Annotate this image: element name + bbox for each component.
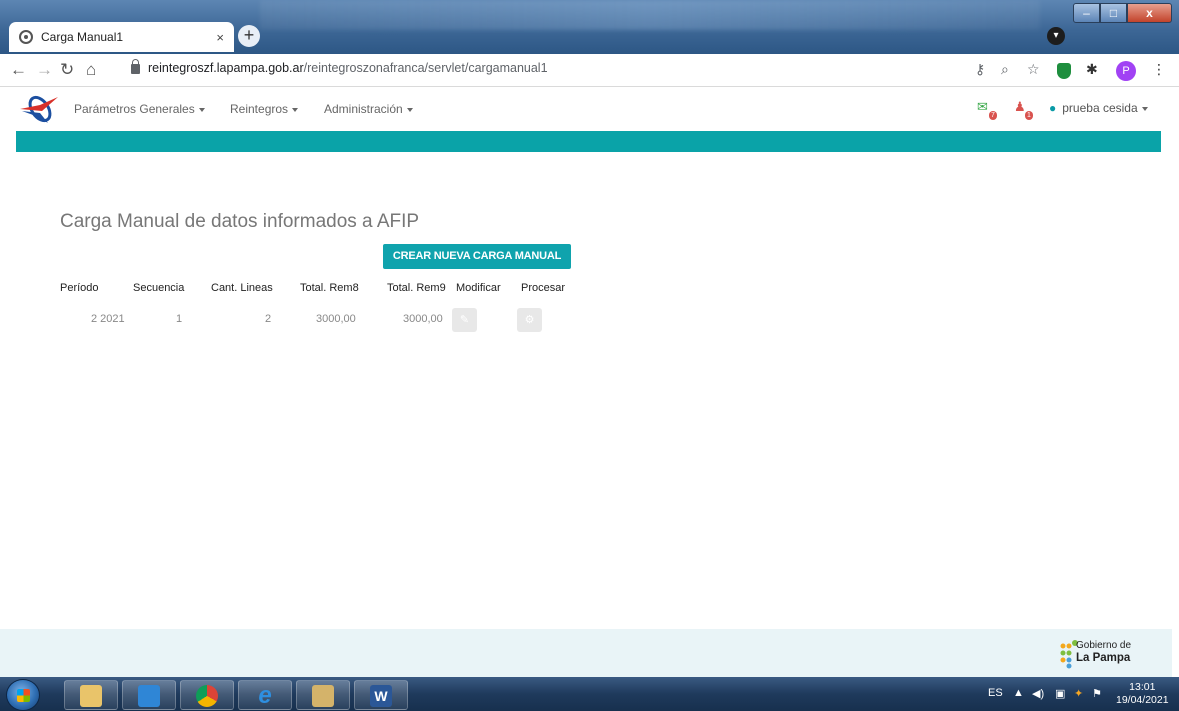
- menu-administracion[interactable]: Administración: [324, 102, 413, 116]
- network-icon[interactable]: ▣: [1055, 687, 1065, 700]
- reload-icon[interactable]: ↻: [60, 60, 74, 80]
- app-icon: [312, 685, 334, 707]
- key-icon[interactable]: ⚷: [975, 61, 985, 78]
- col-modificar: Modificar: [456, 282, 501, 294]
- taskbar-ie[interactable]: e: [238, 680, 292, 710]
- app-logo-icon[interactable]: [18, 92, 60, 126]
- tray-arrow-icon[interactable]: ▲: [1013, 687, 1024, 699]
- globe-icon: [19, 30, 33, 44]
- col-total-rem9: Total. Rem9: [387, 282, 446, 294]
- back-icon[interactable]: ←: [10, 60, 27, 80]
- cell-cant-lineas: 2: [265, 313, 272, 325]
- taskbar-app[interactable]: [296, 680, 350, 710]
- create-manual-load-button[interactable]: CREAR NUEVA CARGA MANUAL: [383, 244, 571, 269]
- user-icon: ●: [1049, 101, 1057, 115]
- alert-badge: 1: [1025, 111, 1033, 120]
- security-icon[interactable]: ✦: [1074, 687, 1083, 700]
- flag-icon[interactable]: ⚑: [1092, 687, 1102, 700]
- tab-search-icon[interactable]: ▾: [1047, 27, 1065, 45]
- url-field[interactable]: reintegroszf.lapampa.gob.ar/reintegroszo…: [148, 61, 548, 75]
- language-indicator[interactable]: ES: [988, 687, 1003, 699]
- new-tab-button[interactable]: +: [238, 25, 260, 47]
- user-menu[interactable]: ● prueba cesida: [1049, 101, 1148, 115]
- cell-secuencia: 1: [176, 313, 183, 325]
- close-tab-icon[interactable]: ×: [216, 30, 224, 45]
- taskbar-explorer[interactable]: [64, 680, 118, 710]
- media-player-icon: [138, 685, 160, 707]
- lock-icon[interactable]: [131, 59, 140, 74]
- internet-explorer-icon: e: [258, 682, 272, 709]
- profile-avatar[interactable]: P: [1116, 61, 1136, 81]
- clock-date: 19/04/2021: [1116, 694, 1169, 706]
- forward-icon[interactable]: →: [36, 60, 53, 80]
- cell-total-rem8: 3000,00: [316, 313, 356, 325]
- folder-icon: [80, 685, 102, 707]
- gov-logo-line2: La Pampa: [1076, 652, 1131, 664]
- col-secuencia: Secuencia: [133, 282, 185, 294]
- caret-down-icon: [406, 107, 413, 112]
- close-window-button[interactable]: x: [1127, 3, 1172, 23]
- col-cant-lineas: Cant. Lineas: [211, 282, 273, 294]
- col-total-rem8: Total. Rem8: [300, 282, 359, 294]
- url-path: /reintegroszonafranca/servlet/cargamanua…: [303, 61, 548, 75]
- minimize-button[interactable]: –: [1073, 3, 1100, 23]
- tab-title: Carga Manual1: [41, 30, 124, 44]
- maximize-button[interactable]: □: [1100, 3, 1127, 23]
- menu-dots-icon[interactable]: ⋮: [1152, 61, 1166, 78]
- process-gear-icon[interactable]: ⚙: [517, 308, 542, 332]
- page-title: Carga Manual de datos informados a AFIP: [60, 211, 420, 232]
- shield-extension-icon[interactable]: [1057, 63, 1071, 79]
- cell-total-rem9: 3000,00: [403, 313, 443, 325]
- col-periodo: Período: [60, 282, 99, 294]
- home-icon[interactable]: ⌂: [86, 60, 96, 80]
- star-icon[interactable]: ☆: [1027, 61, 1040, 78]
- app-navbar: Parámetros Generales Reintegros Administ…: [0, 87, 1172, 131]
- mail-icon[interactable]: ✉: [977, 99, 988, 115]
- chrome-icon: [196, 685, 218, 707]
- caret-down-icon: [1141, 106, 1148, 111]
- zoom-icon[interactable]: ⌕: [1001, 61, 1009, 78]
- titlebar-glow: [260, 0, 1040, 30]
- start-button-icon[interactable]: [6, 679, 40, 711]
- taskbar-chrome[interactable]: [180, 680, 234, 710]
- url-host: reintegroszf.lapampa.gob.ar: [148, 61, 304, 75]
- taskbar-clock[interactable]: 13:01 19/04/2021: [1116, 681, 1169, 707]
- browser-tab[interactable]: Carga Manual1 ×: [9, 22, 234, 52]
- edit-pencil-icon[interactable]: ✎: [452, 308, 477, 332]
- caret-down-icon: [198, 107, 205, 112]
- teal-banner: [16, 131, 1161, 152]
- cell-periodo: 2 2021: [91, 313, 125, 325]
- word-icon: W: [370, 685, 392, 707]
- gov-logo-line1: Gobierno de: [1076, 640, 1132, 651]
- menu-parametros-generales[interactable]: Parámetros Generales: [74, 102, 205, 116]
- taskbar-media[interactable]: [122, 680, 176, 710]
- bell-icon[interactable]: ♟: [1014, 99, 1026, 115]
- col-procesar: Procesar: [521, 282, 566, 294]
- menu-label: Administración: [324, 102, 403, 116]
- menu-label: Parámetros Generales: [74, 102, 195, 116]
- clock-time: 13:01: [1129, 681, 1156, 693]
- menu-label: Reintegros: [230, 102, 289, 116]
- caret-down-icon: [292, 107, 299, 112]
- address-bar: ← → ↻ ⌂ reintegroszf.lapampa.gob.ar/rein…: [0, 54, 1179, 87]
- user-name: prueba cesida: [1062, 101, 1138, 115]
- puzzle-icon[interactable]: ✱: [1086, 61, 1098, 78]
- page-footer: [0, 629, 1172, 677]
- menu-reintegros[interactable]: Reintegros: [230, 102, 299, 116]
- volume-icon[interactable]: ◀): [1032, 687, 1044, 700]
- taskbar-word[interactable]: W: [354, 680, 408, 710]
- mail-badge: 7: [989, 111, 997, 120]
